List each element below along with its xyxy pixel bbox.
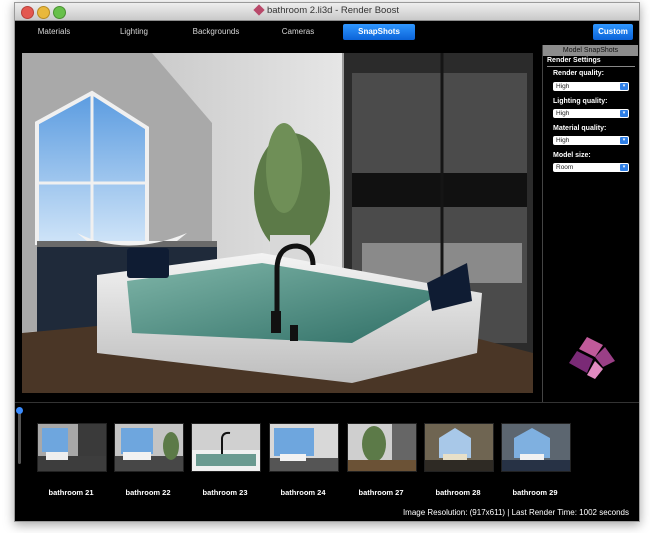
- render-boost-logo-icon: [569, 337, 615, 379]
- snapshot-thumbnail[interactable]: [114, 423, 184, 472]
- tab-backgrounds[interactable]: Backgrounds: [181, 24, 251, 40]
- snapshot-thumbnail[interactable]: [347, 423, 417, 472]
- snapshot-label: bathroom 21: [48, 488, 94, 497]
- panel-divider: [547, 66, 635, 67]
- chevron-updown-icon: ▾: [620, 137, 628, 144]
- filmstrip-scroll-track[interactable]: [18, 412, 21, 464]
- lighting-quality-label: Lighting quality:: [553, 98, 608, 105]
- snapshot-thumbnail[interactable]: [37, 423, 107, 472]
- snapshot-label: bathroom 23: [202, 488, 248, 497]
- status-bar-text: Image Resolution: (917x611) | Last Rende…: [402, 508, 629, 517]
- snapshot-thumbnail[interactable]: [191, 423, 261, 472]
- tab-cameras[interactable]: Cameras: [265, 24, 331, 40]
- render-preview[interactable]: [22, 53, 533, 393]
- chevron-updown-icon: ▾: [620, 83, 628, 90]
- app-window: bathroom 2.li3d - Render Boost Materials…: [14, 2, 640, 522]
- tab-materials[interactable]: Materials: [23, 24, 85, 40]
- render-quality-select[interactable]: High ▾: [553, 82, 629, 91]
- filmstrip-scroll-handle[interactable]: [16, 407, 23, 414]
- snapshot-label: bathroom 24: [280, 488, 326, 497]
- snapshot-settings-panel: Model SnapShots Render Settings Render q…: [542, 45, 638, 402]
- snapshot-label: bathroom 27: [358, 488, 404, 497]
- chevron-updown-icon: ▾: [620, 164, 628, 171]
- custom-button[interactable]: Custom: [593, 24, 633, 40]
- snapshot-thumbnail[interactable]: [269, 423, 339, 472]
- render-settings-heading: Render Settings: [547, 57, 601, 64]
- material-quality-label: Material quality:: [553, 125, 607, 132]
- tab-snapshots[interactable]: SnapShots: [343, 24, 415, 40]
- render-quality-label: Render quality:: [553, 70, 604, 77]
- snapshot-thumbnail[interactable]: [501, 423, 571, 472]
- material-quality-select[interactable]: High ▾: [553, 136, 629, 145]
- model-size-label: Model size:: [553, 152, 591, 159]
- window-title: bathroom 2.li3d - Render Boost: [15, 4, 639, 16]
- tab-lighting[interactable]: Lighting: [101, 24, 167, 40]
- snapshot-thumbnail[interactable]: [424, 423, 494, 472]
- chevron-updown-icon: ▾: [620, 110, 628, 117]
- snapshot-label: bathroom 28: [435, 488, 481, 497]
- lighting-quality-select[interactable]: High ▾: [553, 109, 629, 118]
- snapshot-label: bathroom 29: [512, 488, 558, 497]
- snapshot-label: bathroom 22: [125, 488, 171, 497]
- filmstrip-divider: [15, 402, 639, 403]
- panel-title: Model SnapShots: [543, 45, 638, 56]
- title-bar: bathroom 2.li3d - Render Boost: [15, 3, 639, 21]
- model-size-select[interactable]: Room ▾: [553, 163, 629, 172]
- tab-bar: Materials Lighting Backgrounds Cameras S…: [15, 21, 639, 43]
- document-icon: [253, 4, 265, 16]
- bathroom-render-image: [22, 53, 533, 393]
